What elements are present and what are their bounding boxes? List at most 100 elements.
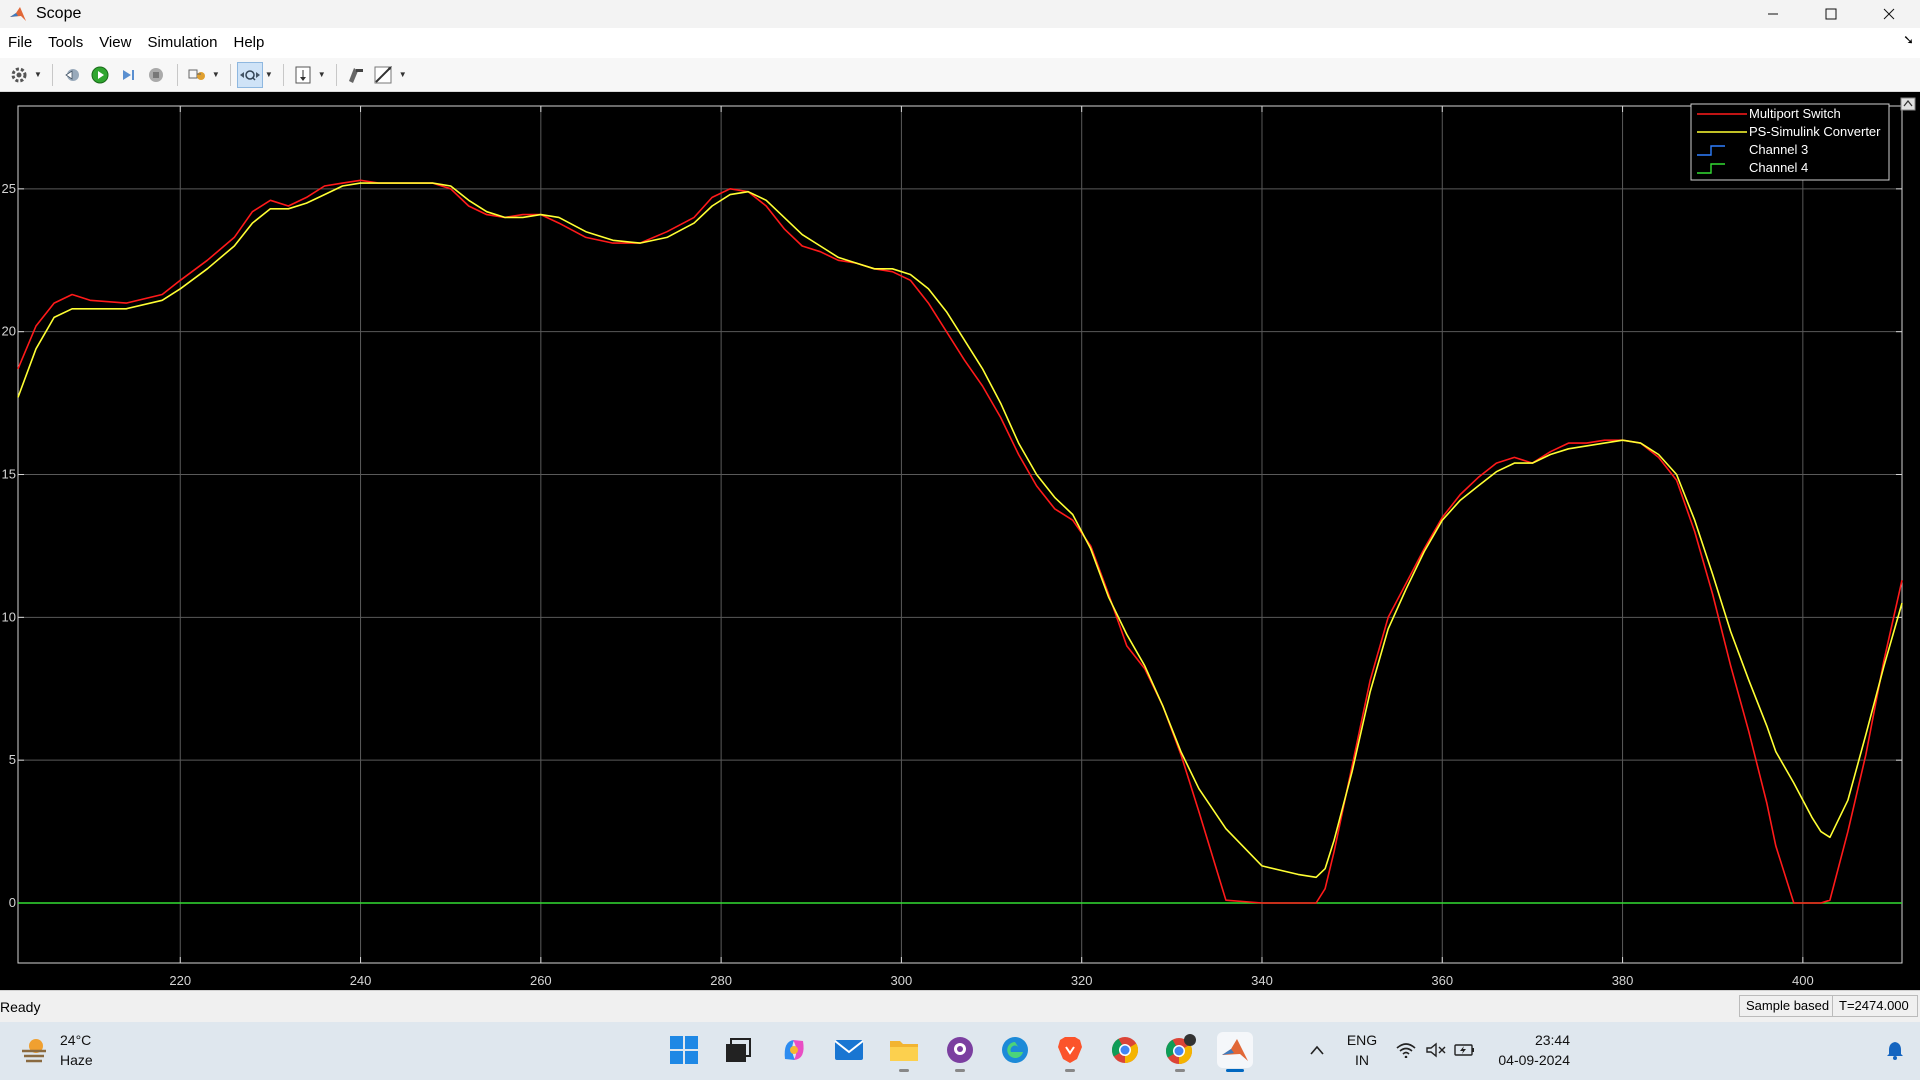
minimize-button[interactable] [1744, 0, 1802, 28]
file-explorer-button[interactable] [886, 1032, 922, 1072]
file-explorer-icon [890, 1041, 918, 1061]
highlight-button[interactable] [343, 62, 369, 88]
zoom-icon [239, 69, 260, 81]
chrome-icon [1111, 1037, 1139, 1064]
run-button[interactable] [87, 62, 113, 88]
notification-bell-icon[interactable] [1886, 1040, 1904, 1060]
gear-icon [11, 67, 27, 82]
simulation-settings-icon [188, 69, 205, 80]
maximize-axes-icon[interactable] [1900, 97, 1916, 111]
status-text: Ready [0, 999, 41, 1015]
measurements-icon [374, 65, 392, 83]
chrome-button[interactable] [1107, 1032, 1143, 1068]
input-language[interactable]: ENG IN [1342, 1030, 1382, 1070]
maximize-button[interactable] [1802, 0, 1860, 28]
legend-label: Channel 4 [1749, 160, 1808, 175]
running-indicator [1065, 1069, 1075, 1072]
clock-time: 23:44 [1534, 1032, 1570, 1048]
chevron-down-icon[interactable]: ▼ [399, 70, 407, 79]
window-title: Scope [36, 5, 82, 22]
x-tick-label: 360 [1431, 973, 1453, 988]
x-tick-label: 300 [891, 973, 913, 988]
y-tick-label: 10 [2, 609, 16, 624]
x-tick-label: 280 [710, 973, 732, 988]
edge-button[interactable] [997, 1032, 1033, 1068]
copilot-icon [784, 1040, 804, 1060]
toolbar-separator [282, 63, 284, 86]
chrome-profile-icon [1165, 1034, 1196, 1065]
close-icon [1883, 8, 1895, 20]
mail-icon [834, 1040, 864, 1060]
menu-view[interactable]: View [91, 28, 139, 58]
toolbar: ▼ ▼ ▼ ▼ ▼ [0, 58, 1920, 92]
legend-label: Multiport Switch [1749, 106, 1841, 121]
clock-date: 04-09-2024 [1498, 1052, 1570, 1068]
step-back-button[interactable] [59, 62, 85, 88]
menu-help[interactable]: Help [226, 28, 273, 58]
simulation-time: T=2474.000 [1832, 995, 1918, 1017]
toolbar-separator [335, 63, 337, 86]
menu-tools[interactable]: Tools [40, 28, 91, 58]
mail-button[interactable] [831, 1032, 867, 1068]
scope-plot[interactable]: 220 240 260 280 300 320 340 360 380 400 0 5 10 15 20 25… [0, 92, 1920, 990]
simulation-settings-button[interactable] [184, 62, 210, 88]
run-icon [91, 66, 109, 83]
matlab-icon [10, 7, 26, 21]
menu-bar: File Tools View Simulation Help ➘ [0, 28, 1920, 58]
start-button[interactable] [666, 1032, 702, 1068]
brave-button[interactable] [1052, 1032, 1088, 1072]
menu-simulation[interactable]: Simulation [139, 28, 225, 58]
github-desktop-button[interactable] [942, 1032, 978, 1072]
volume-muted-icon[interactable] [1426, 1042, 1446, 1058]
x-tick-label: 380 [1612, 973, 1634, 988]
running-indicator [955, 1069, 965, 1072]
axes-scaling-button[interactable] [290, 62, 316, 88]
chrome-profile-button[interactable] [1162, 1032, 1198, 1072]
brave-icon [1058, 1037, 1082, 1063]
series-line-multiport-switch [17, 179, 1903, 904]
status-bar: Ready Sample based T=2474.000 [0, 990, 1920, 1022]
copilot-button[interactable] [776, 1032, 812, 1068]
sample-mode-indicator: Sample based [1739, 995, 1837, 1017]
running-indicator [899, 1069, 909, 1072]
chevron-down-icon[interactable]: ▼ [265, 70, 273, 79]
menu-file[interactable]: File [0, 28, 40, 58]
weather-description: Haze [60, 1052, 93, 1068]
x-tick-label: 400 [1792, 973, 1814, 988]
chevron-up-icon[interactable] [1309, 1044, 1325, 1056]
toolbar-separator [176, 63, 178, 86]
chevron-down-icon[interactable]: ▼ [212, 70, 220, 79]
zoom-button[interactable] [236, 61, 263, 88]
y-tick-label: 20 [2, 324, 16, 339]
stop-icon [148, 67, 163, 82]
haze-icon [22, 1039, 46, 1063]
scope-display[interactable]: 220 240 260 280 300 320 340 360 380 400 0 5 10 15 20 25… [0, 92, 1920, 990]
clock[interactable]: 23:44 04-09-2024 [1480, 1030, 1570, 1070]
wifi-icon[interactable] [1396, 1042, 1416, 1058]
measurements-button[interactable] [371, 62, 397, 88]
legend-label: PS-Simulink Converter [1749, 124, 1881, 139]
stop-button[interactable] [143, 62, 169, 88]
configuration-properties-button[interactable] [6, 62, 32, 88]
battery-charging-icon[interactable] [1454, 1042, 1476, 1058]
task-view-button[interactable] [720, 1032, 756, 1068]
y-tick-label: 0 [9, 895, 16, 910]
chevron-down-icon[interactable]: ▼ [34, 70, 42, 79]
github-desktop-icon [947, 1037, 973, 1063]
x-tick-label: 320 [1071, 973, 1093, 988]
task-view-icon [726, 1038, 751, 1062]
step-forward-icon [122, 69, 134, 80]
chevron-down-icon[interactable]: ▼ [318, 70, 326, 79]
weather-widget[interactable]: 24°C Haze [18, 1030, 93, 1070]
close-button[interactable] [1860, 0, 1918, 28]
matlab-taskbar-button[interactable] [1217, 1032, 1253, 1072]
undock-arrow-icon[interactable]: ➘ [1903, 32, 1914, 48]
toolbar-separator [229, 63, 231, 86]
x-tick-label: 220 [169, 973, 191, 988]
step-forward-button[interactable] [115, 62, 141, 88]
y-tick-label: 15 [2, 467, 16, 482]
y-tick-label: 25 [2, 181, 16, 196]
running-indicator [1175, 1069, 1185, 1072]
matlab-icon [1222, 1039, 1248, 1061]
legend-label: Channel 3 [1749, 142, 1808, 157]
